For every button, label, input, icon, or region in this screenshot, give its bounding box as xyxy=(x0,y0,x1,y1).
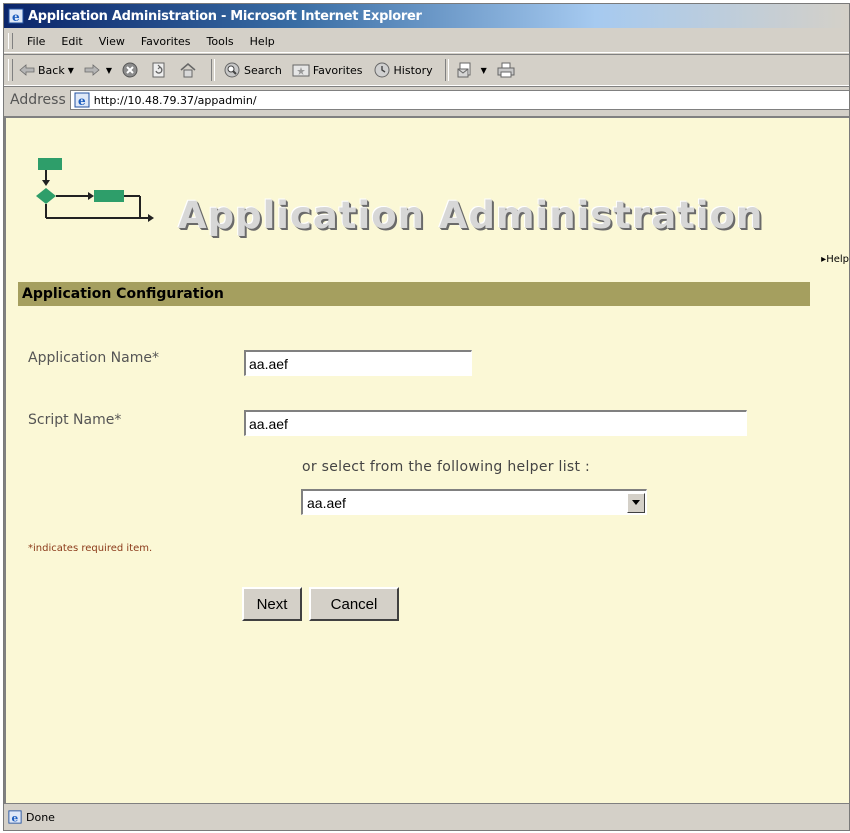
forward-arrow-icon xyxy=(84,64,100,76)
chevron-down-icon[interactable] xyxy=(627,492,645,513)
script-name-label: Script Name* xyxy=(28,412,122,428)
banner-title: Application Administration xyxy=(178,194,764,237)
back-arrow-icon xyxy=(19,64,35,76)
history-label: History xyxy=(393,63,433,77)
page-content: Application Administration ▸Help Applica… xyxy=(4,116,849,804)
menu-tools[interactable]: Tools xyxy=(199,35,242,48)
refresh-button[interactable] xyxy=(151,62,170,78)
cancel-button[interactable]: Cancel xyxy=(309,587,399,621)
page-icon: e xyxy=(74,92,90,108)
menubar-grip xyxy=(8,33,13,49)
required-note: *indicates required item. xyxy=(28,543,153,554)
print-button[interactable] xyxy=(497,62,518,78)
status-bar: e Done xyxy=(4,803,849,830)
forward-button[interactable]: ▼ xyxy=(84,64,112,76)
next-button[interactable]: Next xyxy=(242,587,302,621)
favorites-icon xyxy=(292,63,310,77)
home-icon xyxy=(180,62,196,78)
toolbar-separator xyxy=(444,59,449,81)
title-bar: e Application Administration - Microsoft… xyxy=(4,4,849,28)
status-text: Done xyxy=(26,810,55,824)
address-label: Address xyxy=(10,92,66,108)
app-admin-logo-icon xyxy=(32,158,172,243)
page-done-icon: e xyxy=(8,810,22,824)
application-name-input[interactable]: aa.aef xyxy=(244,350,472,376)
search-icon xyxy=(223,62,241,78)
ie-icon: e xyxy=(8,8,24,24)
section-header: Application Configuration xyxy=(18,282,810,306)
helper-selected-value: aa.aef xyxy=(307,494,346,511)
home-button[interactable] xyxy=(180,62,199,78)
refresh-icon xyxy=(151,62,167,78)
window-title: Application Administration - Microsoft I… xyxy=(28,8,422,24)
back-dropdown-icon[interactable]: ▼ xyxy=(68,66,74,75)
favorites-button[interactable]: Favorites xyxy=(292,63,363,77)
svg-text:e: e xyxy=(78,94,86,108)
menu-favorites[interactable]: Favorites xyxy=(133,35,199,48)
address-url: http://10.48.79.37/appadmin/ xyxy=(93,93,257,107)
print-icon xyxy=(497,62,515,78)
helper-list-text: or select from the following helper list… xyxy=(302,459,591,475)
toolbar: Back ▼ ▼ Search Favorites History ▼ xyxy=(4,54,849,86)
toolbar-grip xyxy=(8,59,13,81)
favorites-label: Favorites xyxy=(312,63,363,77)
svg-text:e: e xyxy=(12,812,19,824)
help-link-label: Help xyxy=(826,254,849,265)
menu-edit[interactable]: Edit xyxy=(53,35,90,48)
svg-text:e: e xyxy=(12,10,20,24)
stop-icon xyxy=(122,62,138,78)
search-button[interactable]: Search xyxy=(223,62,282,78)
mail-icon xyxy=(457,62,475,78)
menu-help[interactable]: Help xyxy=(242,35,283,48)
menu-file[interactable]: File xyxy=(19,35,53,48)
forward-dropdown-icon[interactable]: ▼ xyxy=(106,66,112,75)
search-label: Search xyxy=(244,63,282,77)
menu-bar: File Edit View Favorites Tools Help xyxy=(4,30,849,53)
stop-button[interactable] xyxy=(122,62,141,78)
address-input[interactable]: e http://10.48.79.37/appadmin/ xyxy=(69,90,849,110)
mail-button[interactable]: ▼ xyxy=(457,62,487,78)
application-name-label: Application Name* xyxy=(28,350,159,366)
mail-dropdown-icon[interactable]: ▼ xyxy=(481,66,487,75)
helper-list-select[interactable]: aa.aef xyxy=(301,489,647,515)
menu-view[interactable]: View xyxy=(91,35,133,48)
script-name-input[interactable]: aa.aef xyxy=(244,410,747,436)
back-label: Back xyxy=(38,63,65,77)
history-button[interactable]: History xyxy=(373,62,433,78)
back-button[interactable]: Back ▼ xyxy=(19,64,74,77)
browser-window: e Application Administration - Microsoft… xyxy=(3,3,850,831)
history-icon xyxy=(373,62,391,78)
help-link[interactable]: ▸Help xyxy=(821,254,849,265)
toolbar-separator xyxy=(211,59,216,81)
address-bar: Address e http://10.48.79.37/appadmin/ xyxy=(4,86,849,113)
